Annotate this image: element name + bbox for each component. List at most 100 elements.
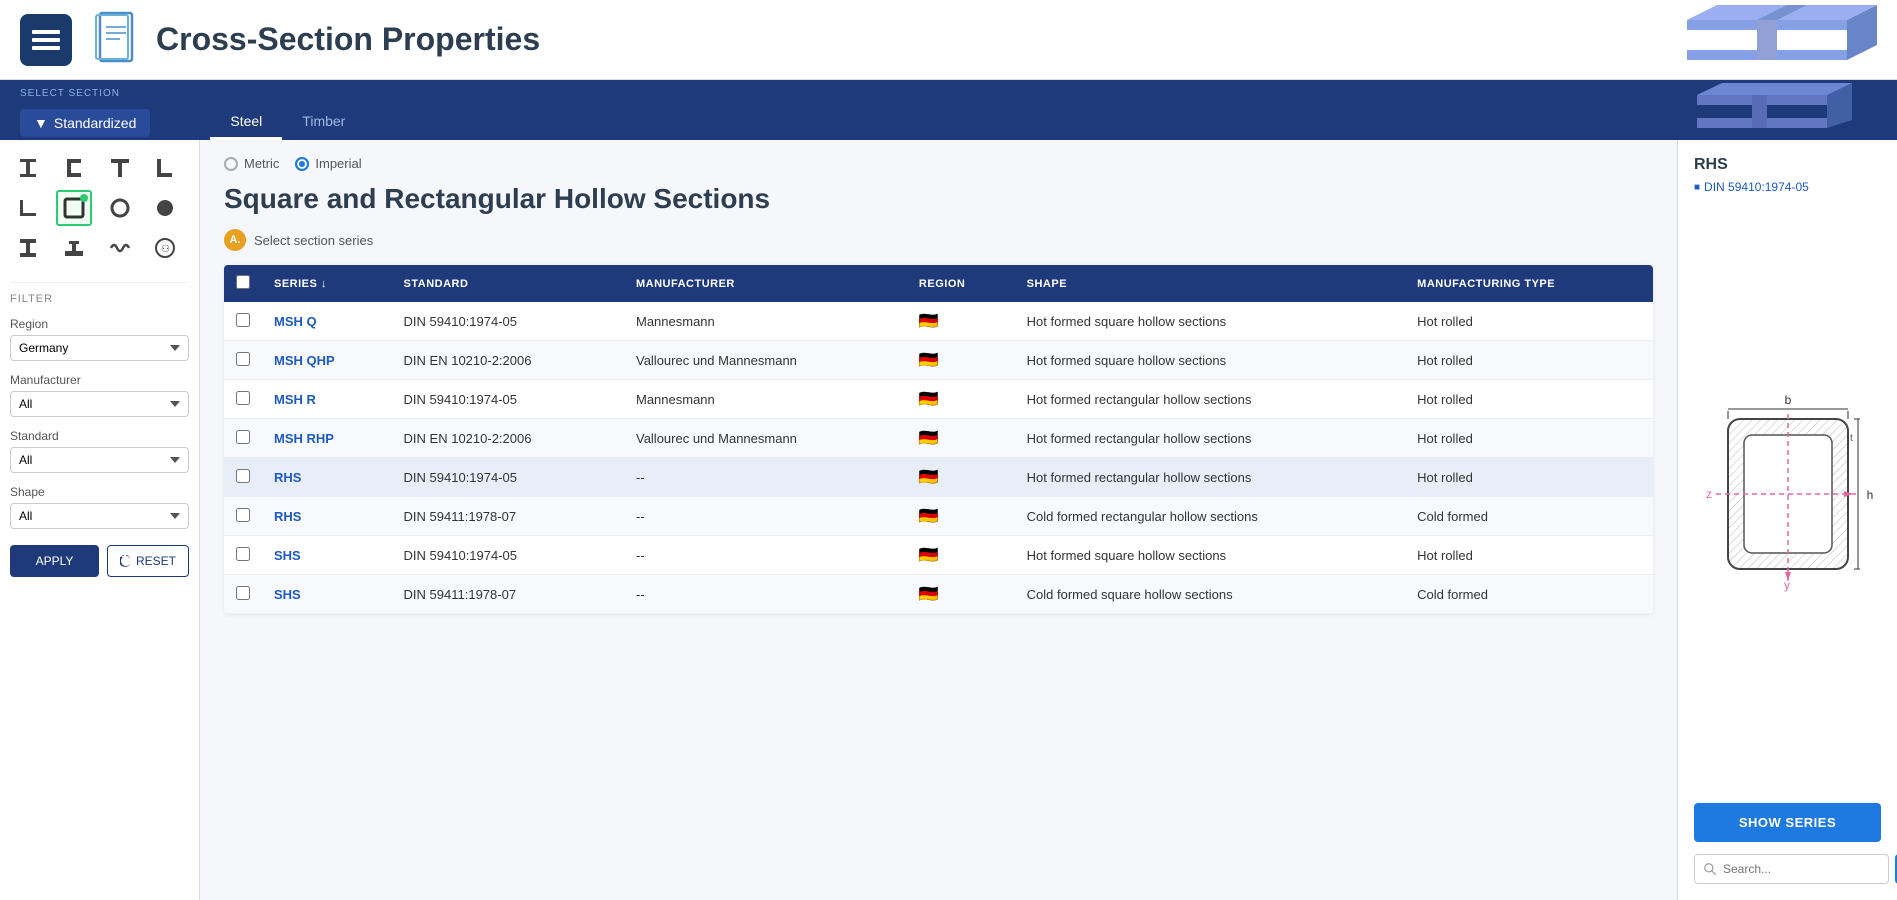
shape-circular-hollow[interactable] — [102, 190, 138, 226]
row-checkbox-cell[interactable] — [224, 575, 262, 614]
row-checkbox-cell[interactable] — [224, 419, 262, 458]
row-checkbox-cell[interactable] — [224, 341, 262, 380]
row-manufacturer-0: Mannesmann — [624, 302, 907, 341]
row-checkbox-7[interactable] — [236, 586, 250, 600]
filter-section: FILTER Region Germany All USA UK Manufac… — [10, 282, 189, 577]
filter-shape-group: Shape All Square hollow Rectangular holl… — [10, 485, 189, 529]
col-region: REGION — [907, 265, 1015, 302]
nav-bar: SELECT SECTION ▼ Standardized Steel Timb… — [0, 80, 1897, 140]
series-header-badge: A. — [224, 229, 246, 251]
row-checkbox-cell[interactable] — [224, 536, 262, 575]
row-manufacturer-5: -- — [624, 497, 907, 536]
row-region-6: 🇩🇪 — [907, 536, 1015, 575]
shape-channel[interactable] — [56, 150, 92, 186]
row-standard-3: DIN EN 10210-2:2006 — [392, 419, 624, 458]
table-row: MSH RHP DIN EN 10210-2:2006 Vallourec un… — [224, 419, 1653, 458]
row-series-0[interactable]: MSH Q — [262, 302, 392, 341]
col-manufacturing: MANUFACTURING TYPE — [1405, 265, 1653, 302]
standardized-button[interactable]: ▼ Standardized — [20, 109, 150, 137]
shape-i-beam[interactable] — [10, 150, 46, 186]
shape-t-section[interactable] — [102, 150, 138, 186]
row-shape-1: Hot formed square hollow sections — [1015, 341, 1406, 380]
filter-shape-select[interactable]: All Square hollow Rectangular hollow — [10, 503, 189, 529]
row-series-3[interactable]: MSH RHP — [262, 419, 392, 458]
filter-standard-group: Standard All DIN 59410:1974-05 DIN EN 10… — [10, 429, 189, 473]
row-region-0: 🇩🇪 — [907, 302, 1015, 341]
select-all-header[interactable] — [224, 265, 262, 302]
row-checkbox-cell[interactable] — [224, 380, 262, 419]
filter-manufacturer-select[interactable]: All Mannesmann Vallourec und Mannesmann — [10, 391, 189, 417]
row-series-4[interactable]: RHS — [262, 458, 392, 497]
series-header-label: Select section series — [254, 233, 373, 248]
row-checkbox-4[interactable] — [236, 469, 250, 483]
row-checkbox-cell[interactable] — [224, 497, 262, 536]
content-area: Metric Imperial Square and Rectangular H… — [200, 140, 1677, 900]
filter-standard-select[interactable]: All DIN 59410:1974-05 DIN EN 10210-2:200… — [10, 447, 189, 473]
row-checkbox-cell[interactable] — [224, 302, 262, 341]
imperial-radio-group: Imperial — [295, 156, 361, 171]
rhs-standard-text: DIN 59410:1974-05 — [1704, 180, 1809, 194]
row-checkbox-1[interactable] — [236, 352, 250, 366]
row-checkbox-5[interactable] — [236, 508, 250, 522]
shape-custom[interactable]: ⚇ — [147, 230, 183, 266]
col-shape: SHAPE — [1015, 265, 1406, 302]
table-row: MSH Q DIN 59410:1974-05 Mannesmann 🇩🇪 Ho… — [224, 302, 1653, 341]
tab-steel[interactable]: Steel — [210, 105, 282, 140]
reset-label: RESET — [136, 554, 176, 568]
metric-radio[interactable] — [224, 157, 238, 171]
series-table: SERIES ↓ STANDARD MANUFACTURER REGION SH… — [224, 265, 1653, 614]
row-series-7[interactable]: SHS — [262, 575, 392, 614]
row-checkbox-0[interactable] — [236, 313, 250, 327]
filter-buttons: APPLY RESET — [10, 545, 189, 577]
show-series-button[interactable]: SHOW SERIES — [1694, 803, 1881, 842]
row-checkbox-3[interactable] — [236, 430, 250, 444]
row-manufacturing-2: Hot rolled — [1405, 380, 1653, 419]
tab-timber[interactable]: Timber — [282, 105, 365, 140]
row-series-5[interactable]: RHS — [262, 497, 392, 536]
row-shape-5: Cold formed rectangular hollow sections — [1015, 497, 1406, 536]
filter-manufacturer-label: Manufacturer — [10, 373, 189, 387]
row-manufacturer-2: Mannesmann — [624, 380, 907, 419]
row-shape-6: Hot formed square hollow sections — [1015, 536, 1406, 575]
row-checkbox-6[interactable] — [236, 547, 250, 561]
shape-wave[interactable] — [102, 230, 138, 266]
select-all-checkbox[interactable] — [236, 275, 250, 289]
shape-angle[interactable] — [10, 190, 46, 226]
row-checkbox-cell[interactable] — [224, 458, 262, 497]
imperial-radio[interactable] — [295, 157, 309, 171]
row-series-6[interactable]: SHS — [262, 536, 392, 575]
right-panel: RHS DIN 59410:1974-05 b h r𝑖 t — [1677, 140, 1897, 900]
table-row: RHS DIN 59411:1978-07 -- 🇩🇪 Cold formed … — [224, 497, 1653, 536]
row-checkbox-2[interactable] — [236, 391, 250, 405]
shape-grid: ⚇ — [10, 150, 189, 266]
row-manufacturing-1: Hot rolled — [1405, 341, 1653, 380]
logo — [20, 14, 72, 66]
row-standard-7: DIN 59411:1978-07 — [392, 575, 624, 614]
filter-region-select[interactable]: Germany All USA UK — [10, 335, 189, 361]
row-manufacturer-7: -- — [624, 575, 907, 614]
row-series-2[interactable]: MSH R — [262, 380, 392, 419]
col-series[interactable]: SERIES ↓ — [262, 265, 392, 302]
table-row: SHS DIN 59410:1974-05 -- 🇩🇪 Hot formed s… — [224, 536, 1653, 575]
rhs-standard: DIN 59410:1974-05 — [1694, 180, 1881, 194]
table-row: MSH QHP DIN EN 10210-2:2006 Vallourec un… — [224, 341, 1653, 380]
apply-button[interactable]: APPLY — [10, 545, 99, 577]
rhs-title: RHS — [1694, 156, 1881, 174]
search-row: SEARCH — [1694, 854, 1881, 884]
search-input[interactable] — [1694, 854, 1889, 884]
shape-square-hollow[interactable] — [56, 190, 92, 226]
reset-icon — [120, 555, 132, 567]
reset-button[interactable]: RESET — [107, 545, 189, 577]
row-shape-7: Cold formed square hollow sections — [1015, 575, 1406, 614]
row-manufacturing-7: Cold formed — [1405, 575, 1653, 614]
filter-title: FILTER — [10, 293, 189, 305]
svg-text:b: b — [1784, 393, 1791, 407]
shape-l-angle[interactable] — [147, 150, 183, 186]
row-shape-2: Hot formed rectangular hollow sections — [1015, 380, 1406, 419]
row-series-1[interactable]: MSH QHP — [262, 341, 392, 380]
shape-solid-circle[interactable] — [147, 190, 183, 226]
shape-base-plate[interactable] — [56, 230, 92, 266]
shape-z-section[interactable] — [10, 230, 46, 266]
header-3d-decoration — [1627, 0, 1877, 80]
row-manufacturing-0: Hot rolled — [1405, 302, 1653, 341]
